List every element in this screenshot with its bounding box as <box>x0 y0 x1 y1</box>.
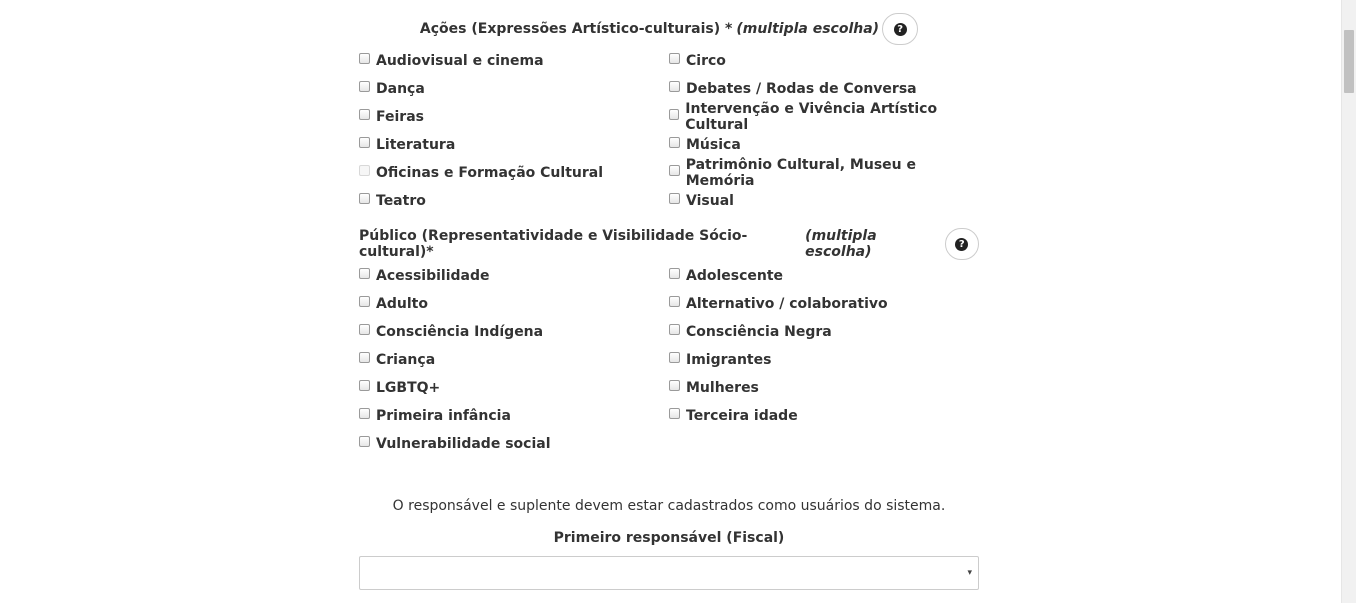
publico-checkbox[interactable] <box>669 267 680 279</box>
acao-option-label: Música <box>686 137 741 153</box>
acao-option[interactable]: Intervenção e Vivência Artístico Cultura… <box>669 101 979 133</box>
acao-option-label: Debates / Rodas de Conversa <box>686 81 917 97</box>
publico-option[interactable]: Terceira idade <box>669 402 979 430</box>
acao-option-label: Literatura <box>376 137 456 153</box>
acao-checkbox[interactable] <box>359 108 370 120</box>
acao-checkbox[interactable] <box>359 80 370 92</box>
acao-checkbox <box>359 164 370 176</box>
question-circle-icon: ? <box>893 22 907 36</box>
acao-option-label: Oficinas e Formação Cultural <box>376 165 604 181</box>
acao-option-label: Dança <box>376 81 425 97</box>
publico-checkbox[interactable] <box>669 379 680 391</box>
acao-checkbox[interactable] <box>669 80 680 92</box>
chevron-down-icon: ▾ <box>967 568 972 578</box>
publico-option[interactable]: Imigrantes <box>669 346 979 374</box>
acao-option[interactable]: Literatura <box>359 131 669 159</box>
acoes-title: Ações (Expressões Artístico-culturais) * <box>419 21 733 37</box>
acao-option[interactable]: Audiovisual e cinema <box>359 47 669 75</box>
acao-option-label: Intervenção e Vivência Artístico Cultura… <box>685 101 938 133</box>
publico-header: Público (Representatividade e Visibilida… <box>359 226 979 262</box>
publico-help-button[interactable]: ? <box>944 228 979 260</box>
publico-checkbox[interactable] <box>359 267 370 279</box>
acao-checkbox[interactable] <box>359 136 370 148</box>
publico-checkbox[interactable] <box>669 323 680 335</box>
publico-checkbox[interactable] <box>359 351 370 363</box>
publico-title: Público (Representatividade e Visibilida… <box>359 228 748 260</box>
acao-option[interactable]: Visual <box>669 187 979 215</box>
publico-checkbox[interactable] <box>669 407 680 419</box>
publico-option[interactable]: Adolescente <box>669 262 979 290</box>
publico-option[interactable]: Acessibilidade <box>359 262 669 290</box>
publico-option[interactable]: Consciência Negra <box>669 318 979 346</box>
acao-option-label: Audiovisual e cinema <box>376 53 544 69</box>
publico-option[interactable]: Adulto <box>359 290 669 318</box>
publico-option-label: Acessibilidade <box>376 268 490 284</box>
publico-checkbox[interactable] <box>359 379 370 391</box>
acao-checkbox[interactable] <box>359 192 370 204</box>
primeiro-responsavel-label: Primeiro responsável (Fiscal) <box>553 530 785 546</box>
publico-option[interactable]: Vulnerabilidade social <box>359 430 669 458</box>
acao-option[interactable]: Feiras <box>359 103 669 131</box>
publico-checkbox[interactable] <box>669 351 680 363</box>
page-scrollbar[interactable] <box>1341 0 1356 603</box>
acoes-header: Ações (Expressões Artístico-culturais) *… <box>359 11 979 47</box>
publico-option-label: Imigrantes <box>686 352 772 368</box>
acao-checkbox[interactable] <box>669 192 680 204</box>
event-form: Ações (Expressões Artístico-culturais) *… <box>359 0 979 590</box>
publico-option-label: Adolescente <box>686 268 784 284</box>
acao-checkbox[interactable] <box>359 52 370 64</box>
publico-option-label: Terceira idade <box>686 408 798 424</box>
publico-option[interactable]: Criança <box>359 346 669 374</box>
publico-checkbox[interactable] <box>359 435 370 447</box>
publico-option-label: Adulto <box>376 296 428 312</box>
acao-checkbox[interactable] <box>669 108 680 120</box>
question-circle-icon: ? <box>955 237 969 251</box>
publico-option[interactable]: Alternativo / colaborativo <box>669 290 979 318</box>
acao-option[interactable]: Teatro <box>359 187 669 215</box>
publico-checkbox[interactable] <box>359 295 370 307</box>
acao-checkbox[interactable] <box>669 52 680 64</box>
publico-checkbox[interactable] <box>359 407 370 419</box>
publico-option[interactable]: Consciência Indígena <box>359 318 669 346</box>
acoes-title-multiple: (multipla escolha) <box>736 21 880 37</box>
publico-checkbox-grid: Acessibilidade Adolescente Adulto Alternati… <box>359 262 979 458</box>
publico-option-label: Mulheres <box>686 380 759 396</box>
publico-checkbox[interactable] <box>669 295 680 307</box>
publico-option-label: Vulnerabilidade social <box>376 436 551 452</box>
primeiro-responsavel-select[interactable]: ▾ <box>359 556 979 590</box>
acao-checkbox[interactable] <box>669 164 680 176</box>
acao-option-label: Circo <box>686 53 726 69</box>
acoes-checkbox-grid: Audiovisual e cinema Circo Dança Debates / … <box>359 47 979 215</box>
acoes-help-button[interactable]: ? <box>882 13 919 45</box>
acao-option[interactable]: Música <box>669 131 979 159</box>
responsavel-note: O responsável e suplente devem estar cad… <box>392 498 946 514</box>
publico-option-label: Alternativo / colaborativo <box>686 296 888 312</box>
acao-option: Oficinas e Formação Cultural <box>359 159 669 187</box>
publico-option-label: Consciência Indígena <box>376 324 544 340</box>
acao-option[interactable]: Debates / Rodas de Conversa <box>669 75 979 103</box>
acao-checkbox[interactable] <box>669 136 680 148</box>
publico-option[interactable]: Mulheres <box>669 374 979 402</box>
publico-option[interactable]: LGBTQ+ <box>359 374 669 402</box>
scrollbar-thumb[interactable] <box>1344 30 1354 93</box>
acao-option-label: Teatro <box>376 193 426 209</box>
acao-option-label: Feiras <box>376 109 424 125</box>
acao-option[interactable]: Circo <box>669 47 979 75</box>
publico-option-label: Criança <box>376 352 436 368</box>
acao-option-label: Patrimônio Cultural, Museu e Memória <box>685 157 916 189</box>
publico-checkbox[interactable] <box>359 323 370 335</box>
publico-option-label: Consciência Negra <box>686 324 832 340</box>
acao-option-label: Visual <box>686 193 734 209</box>
publico-option-label: Primeira infância <box>376 408 511 424</box>
publico-option-label: LGBTQ+ <box>376 380 441 396</box>
acao-option[interactable]: Dança <box>359 75 669 103</box>
acao-option[interactable]: Patrimônio Cultural, Museu e Memória <box>669 157 979 189</box>
publico-title-multiple: (multipla escolha) <box>805 228 877 260</box>
publico-option[interactable]: Primeira infância <box>359 402 669 430</box>
